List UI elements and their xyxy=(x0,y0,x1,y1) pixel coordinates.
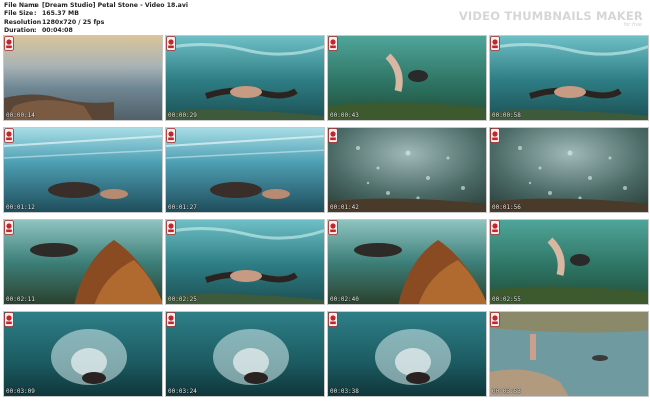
thumbnail-timestamp: 00:00:58 xyxy=(492,112,521,119)
info-key: File Name xyxy=(4,2,39,9)
thumbnail-frame-image xyxy=(490,36,648,120)
video-thumbnail[interactable]: 00:00:29 xyxy=(165,35,325,121)
thumbnail-frame-image xyxy=(4,312,162,396)
info-sep: : xyxy=(34,18,37,26)
video-thumbnail[interactable]: 00:03:53 xyxy=(489,311,649,397)
video-thumbnail[interactable]: 00:00:14 xyxy=(3,35,163,121)
thumbnail-frame-image xyxy=(166,312,324,396)
studio-logo-icon xyxy=(4,128,14,143)
info-value: 00:04:08 xyxy=(42,26,73,34)
studio-logo-icon xyxy=(4,36,14,51)
studio-logo-icon xyxy=(4,220,14,235)
info-sep: : xyxy=(34,26,37,34)
thumbnail-timestamp: 00:03:38 xyxy=(330,388,359,395)
thumbnail-frame-image xyxy=(328,312,486,396)
brand-watermark: VIDEO THUMBNAILS MAKER xyxy=(458,9,643,23)
thumbnail-timestamp: 00:02:40 xyxy=(330,296,359,303)
thumbnail-frame-image xyxy=(490,128,648,212)
thumbnail-frame-image xyxy=(166,36,324,120)
studio-logo-icon xyxy=(4,312,14,327)
info-value: 1280x720 / 25 fps xyxy=(42,18,105,26)
thumbnail-frame-image xyxy=(490,312,648,396)
studio-logo-icon xyxy=(166,312,176,327)
thumbnail-timestamp: 00:03:09 xyxy=(6,388,35,395)
video-thumbnail[interactable]: 00:03:09 xyxy=(3,311,163,397)
info-key: Duration xyxy=(4,26,35,34)
video-thumbnail[interactable]: 00:02:25 xyxy=(165,219,325,305)
studio-logo-icon xyxy=(166,36,176,51)
info-row: File Name: [Dream Studio] Petal Stone - V… xyxy=(4,2,188,10)
studio-logo-icon xyxy=(490,128,500,143)
info-value: [Dream Studio] Petal Stone - Video 18.av… xyxy=(42,2,188,9)
studio-logo-icon xyxy=(490,220,500,235)
info-sep: : xyxy=(34,10,37,18)
video-thumbnail[interactable]: 00:01:12 xyxy=(3,127,163,213)
video-thumbnail[interactable]: 00:00:58 xyxy=(489,35,649,121)
video-thumbnail[interactable]: 00:00:43 xyxy=(327,35,487,121)
info-value: 165.37 MB xyxy=(42,10,79,18)
thumbnail-frame-image xyxy=(328,36,486,120)
thumbnail-grid: 00:00:14 00:00:29 00:00:43 00:00:58 00:0… xyxy=(3,35,649,399)
video-thumbnail[interactable]: 00:03:38 xyxy=(327,311,487,397)
studio-logo-icon xyxy=(328,128,338,143)
info-row: Duration:00:04:08 xyxy=(4,27,188,35)
thumbnail-timestamp: 00:03:24 xyxy=(168,388,197,395)
info-sep: : xyxy=(34,2,37,9)
thumbnail-timestamp: 00:00:43 xyxy=(330,112,359,119)
thumbnail-timestamp: 00:00:14 xyxy=(6,112,35,119)
file-info-panel: File Name: [Dream Studio] Petal Stone - V… xyxy=(4,2,188,35)
thumbnail-timestamp: 00:00:29 xyxy=(168,112,197,119)
thumbnail-frame-image xyxy=(490,220,648,304)
thumbnail-frame-image xyxy=(166,220,324,304)
thumbnail-timestamp: 00:02:25 xyxy=(168,296,197,303)
studio-logo-icon xyxy=(166,220,176,235)
studio-logo-icon xyxy=(166,128,176,143)
thumbnail-timestamp: 00:02:11 xyxy=(6,296,35,303)
thumbnail-frame-image xyxy=(328,220,486,304)
video-thumbnail[interactable]: 00:01:56 xyxy=(489,127,649,213)
video-thumbnail[interactable]: 00:02:55 xyxy=(489,219,649,305)
thumbnail-timestamp: 00:01:42 xyxy=(330,204,359,211)
info-row: Resolution:1280x720 / 25 fps xyxy=(4,19,188,27)
thumbnail-frame-image xyxy=(4,220,162,304)
thumbnail-timestamp: 00:02:55 xyxy=(492,296,521,303)
info-key: Resolution xyxy=(4,18,42,26)
thumbnail-timestamp: 00:03:53 xyxy=(492,388,521,395)
info-row: File Size:165.37 MB xyxy=(4,10,188,18)
studio-logo-icon xyxy=(328,220,338,235)
video-thumbnail[interactable]: 00:01:27 xyxy=(165,127,325,213)
studio-logo-icon xyxy=(490,36,500,51)
thumbnail-timestamp: 00:01:27 xyxy=(168,204,197,211)
video-thumbnail[interactable]: 00:02:11 xyxy=(3,219,163,305)
studio-logo-icon xyxy=(328,312,338,327)
thumbnail-frame-image xyxy=(4,128,162,212)
studio-logo-icon xyxy=(328,36,338,51)
info-key: File Size xyxy=(4,10,34,18)
video-thumbnail[interactable]: 00:01:42 xyxy=(327,127,487,213)
thumbnail-timestamp: 00:01:56 xyxy=(492,204,521,211)
thumbnail-frame-image xyxy=(4,36,162,120)
video-thumbnail[interactable]: 00:03:24 xyxy=(165,311,325,397)
video-thumbnail[interactable]: 00:02:40 xyxy=(327,219,487,305)
thumbnail-timestamp: 00:01:12 xyxy=(6,204,35,211)
brand-subtitle: for free xyxy=(623,22,642,28)
studio-logo-icon xyxy=(490,312,500,327)
thumbnail-frame-image xyxy=(166,128,324,212)
thumbnail-frame-image xyxy=(328,128,486,212)
